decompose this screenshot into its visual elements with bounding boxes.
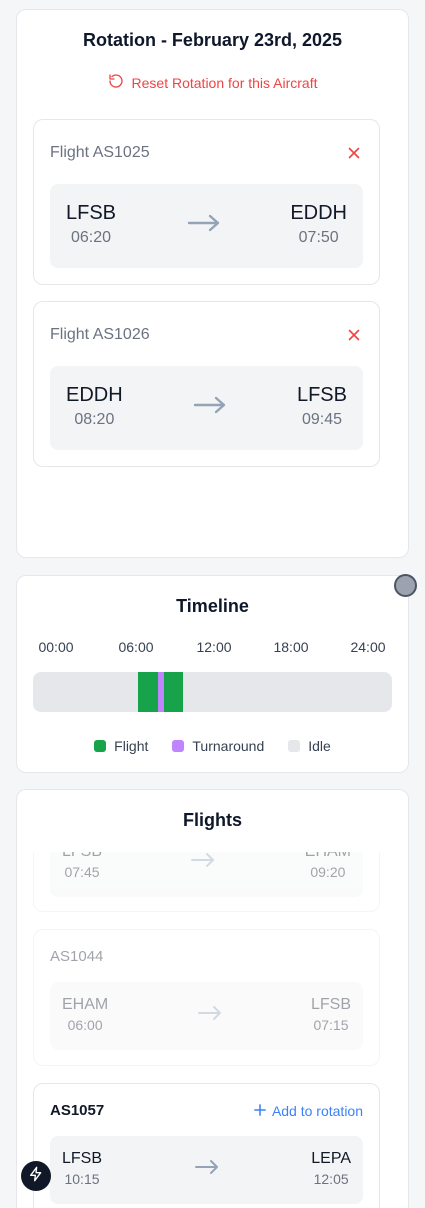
departure: LFSB 07:45	[62, 852, 102, 880]
flights-list[interactable]: LFSB 07:45 EHAM 09:20 AS1044	[33, 852, 380, 1208]
legend-item-idle: Idle	[288, 738, 331, 754]
departure-time: 08:20	[74, 411, 115, 428]
arrow-right-icon	[193, 394, 227, 421]
arrival: EDDH 07:50	[290, 202, 347, 247]
remove-flight-icon[interactable]	[345, 326, 363, 344]
flight-list-item[interactable]: AS1044 EHAM 06:00 LFSB 07:15	[33, 929, 380, 1066]
departure: EDDH 08:20	[66, 384, 123, 429]
flight-route: EHAM 06:00 LFSB 07:15	[50, 982, 363, 1050]
reset-icon	[108, 73, 124, 92]
arrow-right-icon	[194, 1158, 220, 1181]
legend-swatch	[94, 740, 107, 752]
rotation-title: Rotation - February 23rd, 2025	[82, 30, 343, 50]
departure-time: 06:20	[70, 229, 112, 246]
tick-label: 24:00	[350, 639, 386, 655]
remove-flight-icon[interactable]	[345, 144, 363, 162]
legend-item-turnaround: Turnaround	[172, 738, 264, 754]
departure-airport: LFSB	[62, 1150, 103, 1167]
timeline-segment-flight	[138, 672, 158, 712]
drag-handle[interactable]	[394, 574, 417, 597]
arrival-time: 07:50	[298, 229, 339, 246]
timeline-ticks: 00:00 06:00 12:00 18:00 24:00	[17, 639, 408, 655]
arrival-airport: EHAM	[305, 852, 351, 861]
arrival-time: 09:20	[310, 864, 346, 880]
legend-swatch	[172, 740, 185, 752]
timeline-segment-flight	[164, 672, 183, 712]
arrival: LEPA 12:05	[311, 1150, 351, 1187]
rotation-flight-card: Flight AS1025 LFSB 06:20 EDDH 07:50	[33, 119, 380, 285]
timeline-title: Timeline	[176, 596, 249, 616]
departure: EHAM 06:00	[62, 996, 108, 1033]
reset-rotation-label: Reset Rotation for this Aircraft	[131, 74, 318, 91]
arrow-right-icon	[197, 1004, 223, 1027]
departure: LFSB 06:20	[66, 202, 116, 247]
flights-panel: Flights LFSB 07:45 EHAM 09:20	[16, 789, 409, 1208]
flight-route: EDDH 08:20 LFSB 09:45	[50, 366, 363, 450]
reset-rotation-button[interactable]: Reset Rotation for this Aircraft	[17, 73, 408, 92]
departure-airport: EDDH	[66, 384, 123, 406]
flight-list-item[interactable]: AS1057 Add to rotation LFSB 10:15 LEPA 1…	[33, 1083, 380, 1208]
page: Rotation - February 23rd, 2025 Reset Rot…	[0, 0, 425, 1208]
add-to-rotation-label: Add to rotation	[271, 1102, 363, 1119]
legend-swatch	[288, 740, 301, 752]
departure-airport: LFSB	[62, 852, 102, 861]
timeline-panel: Timeline 00:00 06:00 12:00 18:00 24:00 F…	[16, 575, 409, 773]
plus-icon	[254, 1103, 266, 1119]
legend-label: Idle	[308, 738, 331, 754]
tick-label: 12:00	[196, 639, 232, 655]
departure-time: 07:45	[64, 864, 100, 880]
arrival: LFSB 07:15	[311, 996, 351, 1033]
arrival-airport: LFSB	[310, 996, 351, 1013]
add-to-rotation-button[interactable]: Add to rotation	[254, 1103, 363, 1119]
legend-item-flight: Flight	[94, 738, 148, 754]
departure-airport: EHAM	[62, 996, 109, 1013]
rotation-panel: Rotation - February 23rd, 2025 Reset Rot…	[16, 9, 409, 558]
departure: LFSB 10:15	[62, 1150, 102, 1187]
flight-number: AS1057	[50, 1102, 105, 1119]
tick-label: 06:00	[118, 639, 154, 655]
legend-label: Turnaround	[192, 738, 265, 754]
arrival-airport: LEPA	[311, 1150, 351, 1167]
quick-action-button[interactable]	[21, 1161, 51, 1191]
rotation-flight-card: Flight AS1026 EDDH 08:20 LFSB 09:45	[33, 301, 380, 467]
flight-route: LFSB 10:15 LEPA 12:05	[50, 1136, 363, 1204]
flight-number: AS1044	[50, 948, 104, 965]
departure-airport: LFSB	[66, 202, 117, 224]
arrival-airport: LFSB	[296, 384, 347, 406]
flight-label: Flight AS1026	[50, 326, 150, 343]
departure-time: 06:00	[67, 1017, 103, 1033]
timeline-legend: Flight Turnaround Idle	[17, 738, 408, 754]
arrival-time: 07:15	[313, 1017, 349, 1033]
arrow-right-icon	[190, 852, 216, 874]
tick-label: 00:00	[38, 639, 74, 655]
legend-label: Flight	[114, 738, 149, 754]
arrival-time: 12:05	[313, 1171, 349, 1187]
flight-route: LFSB 07:45 EHAM 09:20	[50, 852, 363, 897]
flights-title: Flights	[183, 810, 242, 830]
departure-time: 10:15	[64, 1171, 100, 1187]
arrival: LFSB 09:45	[297, 384, 347, 429]
timeline-bar	[33, 672, 392, 712]
arrow-right-icon	[187, 212, 221, 239]
arrival: EHAM 09:20	[305, 852, 351, 880]
arrival-airport: EDDH	[290, 202, 347, 224]
arrival-time: 09:45	[301, 411, 342, 428]
flight-list-item[interactable]: LFSB 07:45 EHAM 09:20	[33, 852, 380, 912]
lightning-icon	[28, 1166, 44, 1187]
tick-label: 18:00	[273, 639, 309, 655]
flight-label: Flight AS1025	[50, 144, 150, 161]
flight-route: LFSB 06:20 EDDH 07:50	[50, 184, 363, 268]
